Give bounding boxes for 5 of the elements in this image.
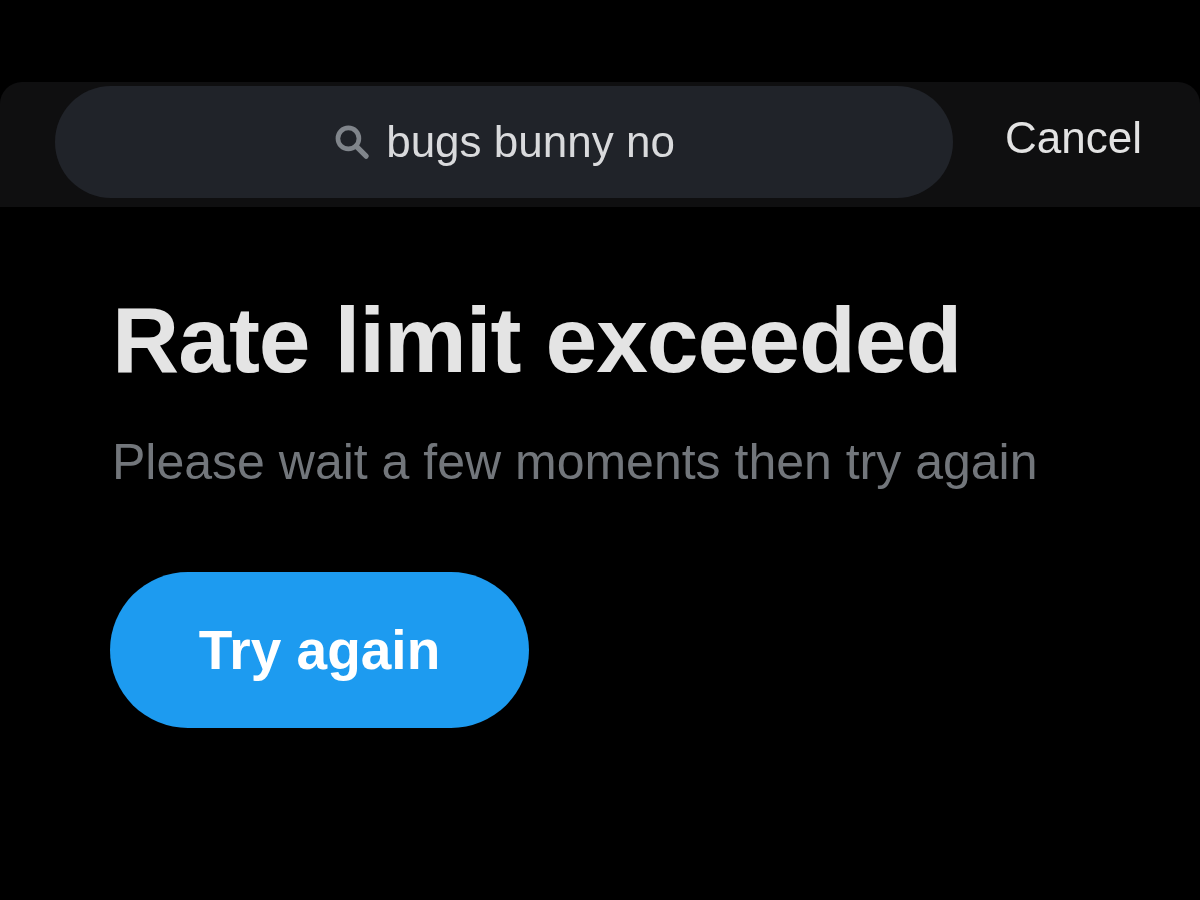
- cancel-button[interactable]: Cancel: [1005, 112, 1142, 163]
- error-title: Rate limit exceeded: [112, 287, 963, 394]
- search-icon: [333, 123, 371, 160]
- error-message: Please wait a few moments then try again: [112, 432, 1039, 492]
- search-field[interactable]: bugs bunny no: [55, 85, 954, 198]
